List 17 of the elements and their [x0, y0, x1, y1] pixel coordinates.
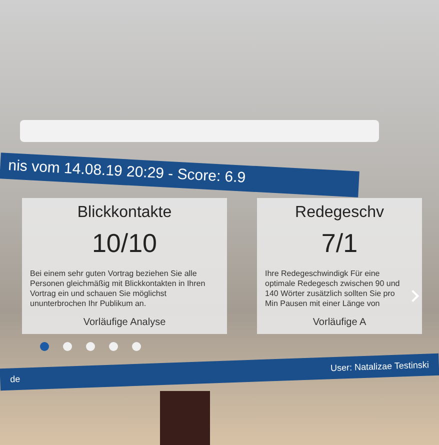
analysis-link[interactable]: Vorläufige A	[312, 317, 366, 328]
footer-text: de	[10, 374, 20, 384]
analysis-link[interactable]: Vorläufige Analyse	[83, 317, 166, 328]
session-title: nis vom 14.08.19 20:29 - Score: 6.9	[8, 157, 246, 186]
card-title: Blickkontakte	[77, 204, 172, 222]
page-dot[interactable]	[86, 342, 95, 351]
page-dot[interactable]	[63, 342, 72, 351]
user-name: User: Natalizae Testinski	[330, 360, 430, 374]
card-title: Redegeschv	[295, 204, 384, 222]
card-description: Ihre Redegeschwindigk Für eine optimale Redegesch zwischen 90 und 140 Wörter zusätzlich sollten Sie pro Min Pausen mit einer Länge von	[265, 269, 401, 309]
card-description: Bei einem sehr guten Vortrag beziehen Sie alle Personen gleichmäßig mit Blickkontakten in Ihren Vortrag ein und schauen Sie möglichst ununterbrochen Ihr Publikum an.	[30, 269, 206, 309]
page-dot[interactable]	[109, 342, 118, 351]
chevron-right-icon[interactable]	[411, 288, 419, 304]
page-dot[interactable]	[132, 342, 141, 351]
card-score: 7/1	[321, 228, 358, 259]
page-dot[interactable]	[40, 342, 49, 351]
card-score: 10/10	[92, 228, 158, 259]
